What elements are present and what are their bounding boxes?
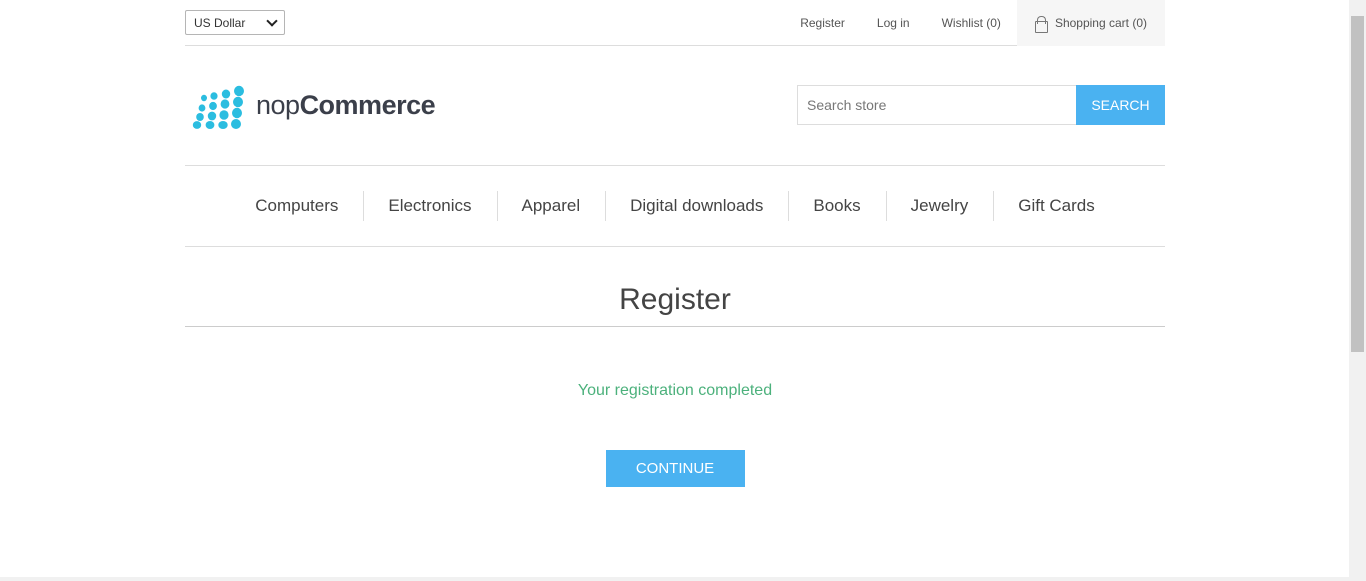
wishlist-link[interactable]: Wishlist (0) — [926, 0, 1017, 46]
chevron-down-icon — [266, 14, 278, 27]
currency-value: US Dollar — [194, 15, 246, 30]
nav-item-books[interactable]: Books — [788, 191, 885, 221]
header-lower: nopCommerce Search store SEARCH — [185, 46, 1165, 166]
logo-text-light: nop — [256, 89, 300, 120]
logo-text: nopCommerce — [256, 89, 436, 121]
search-input[interactable]: Search store — [797, 85, 1076, 125]
header-links: Register Log in Wishlist (0) Shopping ca… — [784, 0, 1165, 46]
continue-button[interactable]: CONTINUE — [605, 450, 745, 487]
nav-item-computers[interactable]: Computers — [230, 191, 363, 221]
scrollbar-thumb[interactable] — [1351, 16, 1364, 352]
nopcommerce-dots-logo-icon — [192, 85, 244, 129]
nav-item-electronics[interactable]: Electronics — [363, 191, 496, 221]
nav-item-apparel[interactable]: Apparel — [496, 191, 606, 221]
login-link[interactable]: Log in — [861, 0, 926, 46]
vertical-scrollbar[interactable] — [1349, 0, 1366, 581]
register-link[interactable]: Register — [784, 0, 861, 46]
nav-item-jewelry[interactable]: Jewelry — [885, 191, 994, 221]
shopping-cart-label: Shopping cart (0) — [1054, 15, 1147, 30]
currency-select[interactable]: US Dollar — [185, 10, 285, 35]
continue-wrapper: CONTINUE — [185, 450, 1165, 487]
shopping-bag-icon — [1034, 15, 1048, 33]
page: US Dollar Register Log in Wishlist (0) S… — [185, 0, 1165, 487]
top-menu: Computers Electronics Apparel Digital do… — [185, 166, 1165, 247]
search-button[interactable]: SEARCH — [1076, 85, 1165, 125]
search-box: Search store SEARCH — [797, 85, 1165, 125]
registration-result-message: Your registration completed — [577, 382, 773, 399]
page-title: Register — [185, 247, 1165, 327]
shopping-cart-link[interactable]: Shopping cart (0) — [1016, 0, 1165, 46]
nav-item-gift-cards[interactable]: Gift Cards — [993, 191, 1120, 221]
nav-item-digital-downloads[interactable]: Digital downloads — [605, 191, 788, 221]
browser-viewport: US Dollar Register Log in Wishlist (0) S… — [0, 0, 1366, 581]
logo-text-bold: Commerce — [299, 89, 436, 120]
horizontal-scrollbar[interactable] — [0, 577, 1349, 581]
header-upper: US Dollar Register Log in Wishlist (0) S… — [185, 0, 1165, 46]
store-logo[interactable]: nopCommerce — [188, 85, 436, 129]
